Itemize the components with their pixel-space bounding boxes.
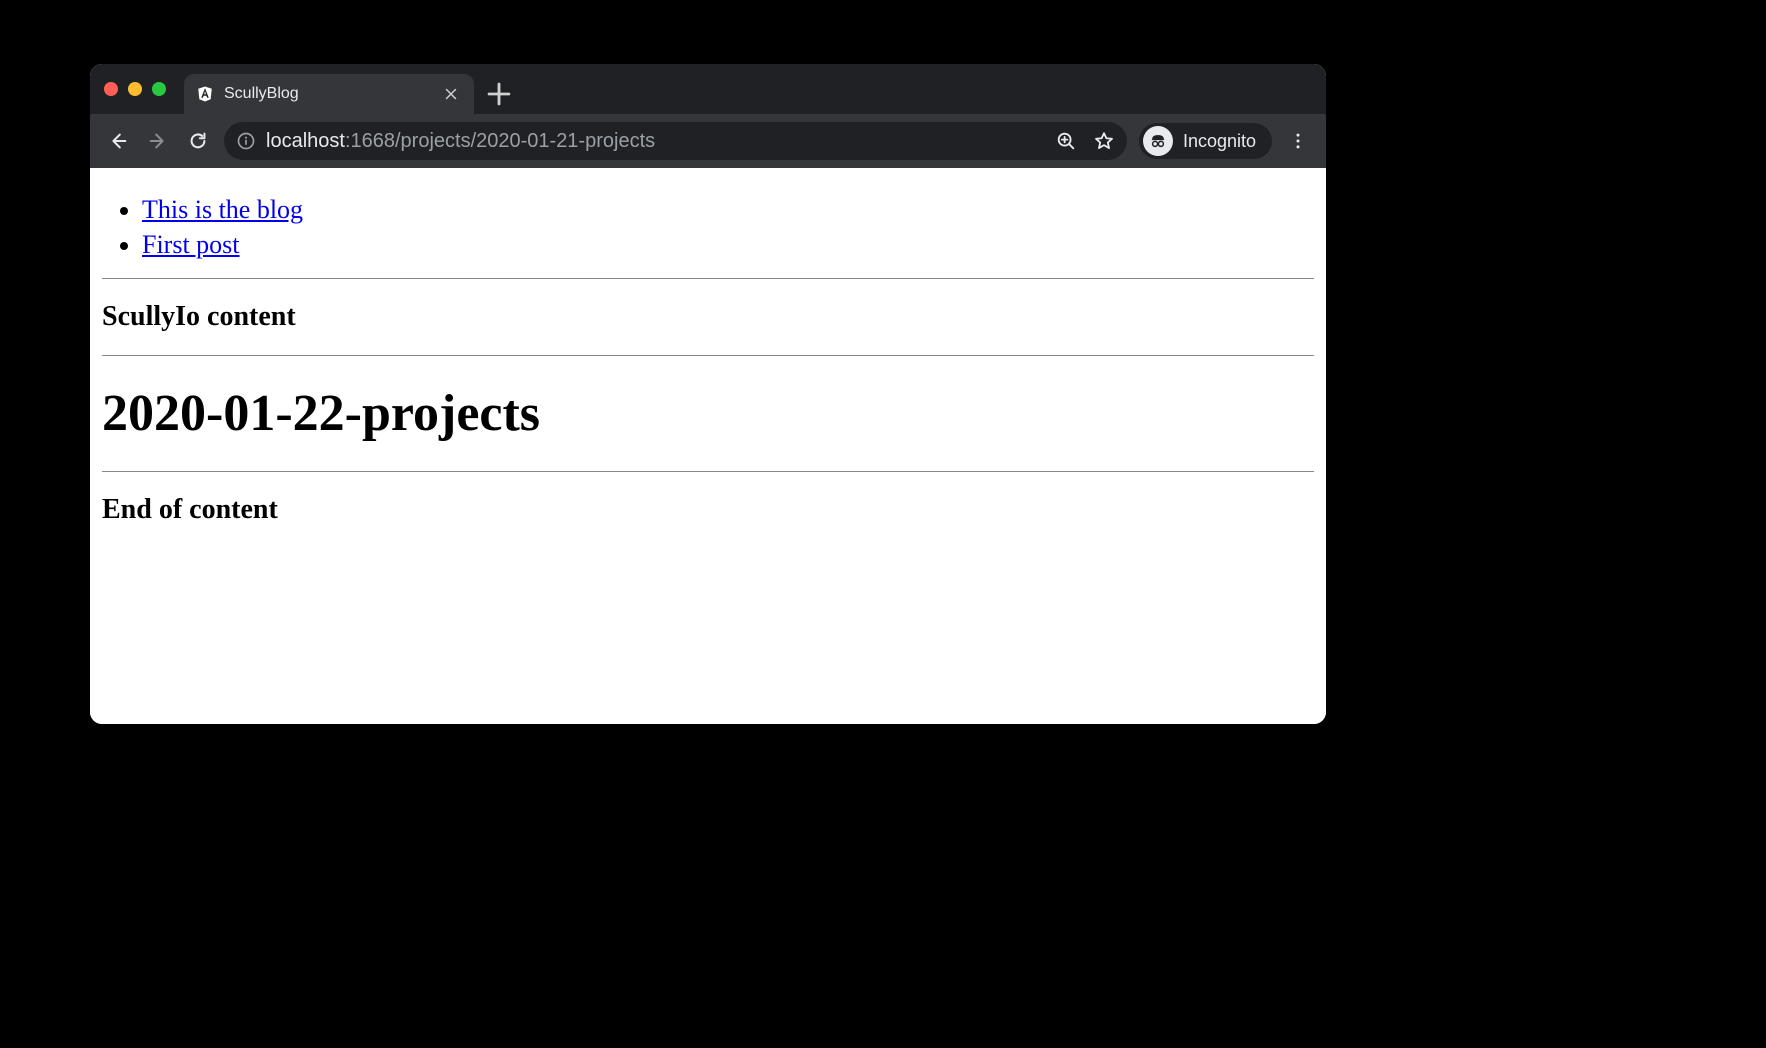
window-zoom-button[interactable] [152,82,166,96]
forward-button[interactable] [144,127,172,155]
url-path: :1668/projects/2020-01-21-projects [345,130,655,152]
new-tab-button[interactable] [482,77,516,111]
blog-link[interactable]: This is the blog [142,195,303,224]
window-minimize-button[interactable] [128,82,142,96]
page-viewport[interactable]: This is the blog First post ScullyIo con… [90,168,1326,724]
reload-button[interactable] [184,127,212,155]
site-info-icon[interactable] [236,131,256,151]
browser-window: ScullyBlog [90,64,1326,724]
back-button[interactable] [104,127,132,155]
browser-menu-button[interactable] [1284,127,1312,155]
tab-strip: ScullyBlog [90,64,1326,114]
url-text: localhost:1668/projects/2020-01-21-proje… [266,130,1045,153]
bookmark-star-icon[interactable] [1093,130,1115,152]
divider [102,355,1314,356]
list-item: First post [142,227,1314,262]
angular-favicon-icon [196,85,214,103]
section-heading: ScullyIo content [102,301,1314,333]
zoom-icon[interactable] [1055,130,1077,152]
incognito-label: Incognito [1183,131,1256,152]
tab-title: ScullyBlog [224,85,432,103]
divider [102,278,1314,279]
window-close-button[interactable] [104,82,118,96]
page-title: 2020-01-22-projects [102,384,1314,443]
blog-link[interactable]: First post [142,230,240,259]
window-controls [104,64,166,114]
browser-toolbar: localhost:1668/projects/2020-01-21-proje… [90,114,1326,168]
browser-tab[interactable]: ScullyBlog [184,74,474,114]
section-heading: End of content [102,494,1314,526]
incognito-icon [1143,126,1173,156]
address-bar[interactable]: localhost:1668/projects/2020-01-21-proje… [224,122,1127,160]
blog-link-list: This is the blog First post [102,192,1314,262]
divider [102,471,1314,472]
omnibox-right-icons [1055,130,1115,152]
list-item: This is the blog [142,192,1314,227]
incognito-indicator[interactable]: Incognito [1139,123,1272,159]
tab-close-icon[interactable] [442,85,460,103]
url-host: localhost [266,130,345,152]
